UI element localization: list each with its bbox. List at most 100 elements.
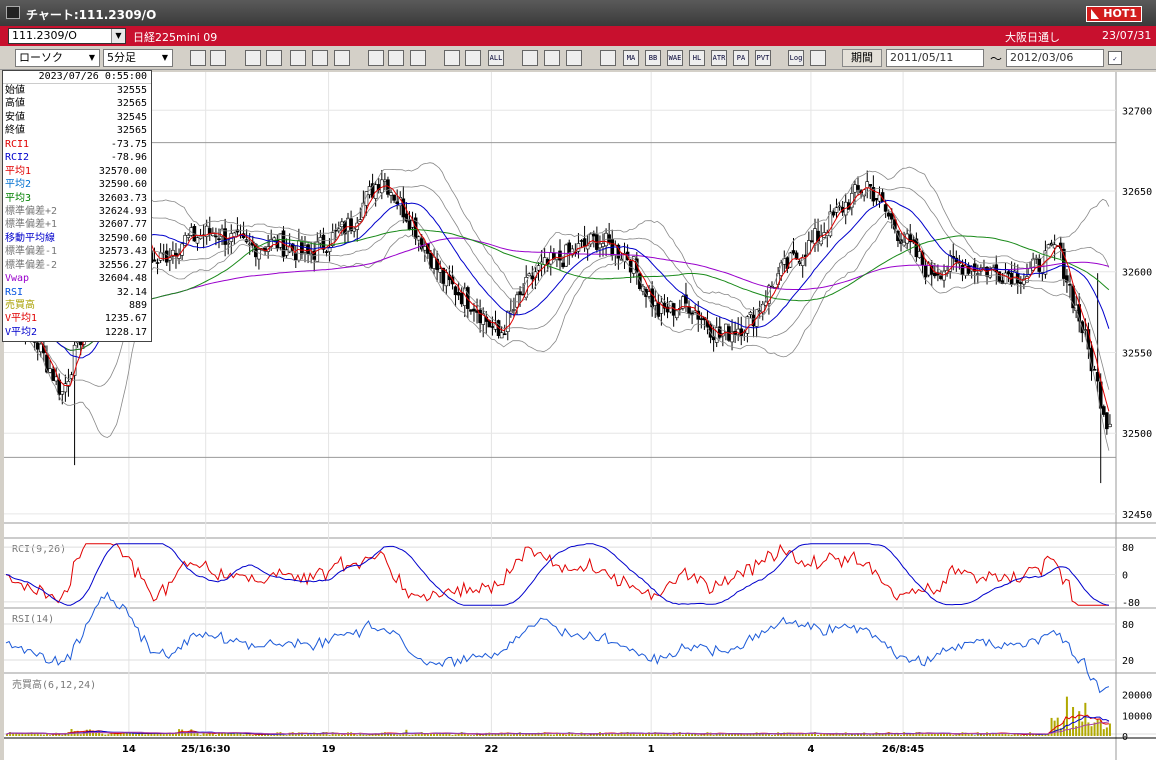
cursor-icon[interactable] bbox=[388, 50, 404, 66]
volume-bar bbox=[645, 733, 648, 736]
data-window-row: Vwap 32604.48 bbox=[3, 272, 151, 285]
brush-icon[interactable] bbox=[544, 50, 560, 66]
data-window-row: 平均2 32590.60 bbox=[3, 178, 151, 191]
hot1-badge[interactable]: HOT1 bbox=[1086, 6, 1142, 22]
candle-body bbox=[152, 259, 157, 262]
rci-panel-title: RCI(9,26) bbox=[12, 544, 66, 555]
candle-add-icon[interactable] bbox=[444, 50, 460, 66]
bb-icon[interactable]: BB bbox=[645, 50, 661, 66]
volume-bar bbox=[233, 733, 236, 736]
volume-bar bbox=[368, 734, 371, 736]
chart-type-select[interactable]: ローソク ▼ bbox=[15, 49, 100, 67]
volume-bar bbox=[273, 735, 276, 736]
volume-bar bbox=[340, 734, 343, 736]
pvt-icon[interactable]: PVT bbox=[755, 50, 771, 66]
pa-rr-icon[interactable]: PA RR bbox=[733, 50, 749, 66]
data-window-label: 移動平均線 bbox=[5, 232, 55, 244]
candle-body bbox=[791, 250, 796, 254]
data-window-value: -78.96 bbox=[110, 152, 147, 164]
volume-bar bbox=[294, 734, 297, 736]
candle-body bbox=[699, 318, 704, 320]
candle-body bbox=[960, 264, 965, 275]
crosshair-icon[interactable] bbox=[210, 50, 226, 66]
volume-bar bbox=[125, 733, 128, 736]
candle-body bbox=[478, 309, 482, 324]
pen-icon[interactable] bbox=[368, 50, 384, 66]
period-button[interactable]: 期間 bbox=[842, 49, 882, 67]
volume-bar bbox=[700, 734, 703, 736]
swap-icon[interactable] bbox=[312, 50, 328, 66]
app-icon bbox=[6, 6, 20, 19]
volume-bar bbox=[697, 735, 700, 736]
data-window-label: 標準偏差-2 bbox=[5, 259, 58, 271]
chevron-down-icon[interactable]: ▼ bbox=[85, 50, 99, 66]
volume-bar bbox=[820, 734, 823, 736]
data-window-value: 32624.93 bbox=[98, 205, 147, 217]
candle-body bbox=[336, 228, 341, 232]
volume-bar bbox=[1022, 734, 1025, 736]
volume-bar bbox=[24, 734, 27, 736]
chevron-down-icon[interactable]: ▼ bbox=[158, 50, 172, 66]
settings-icon[interactable] bbox=[522, 50, 538, 66]
rci-tick-label: 80 bbox=[1122, 543, 1134, 554]
volume-bar bbox=[482, 734, 485, 736]
volume-bar bbox=[817, 734, 820, 736]
candle-body bbox=[257, 249, 261, 260]
volume-bar bbox=[826, 734, 829, 736]
redo-icon[interactable] bbox=[410, 50, 426, 66]
candle-body bbox=[438, 268, 442, 273]
volume-bar bbox=[310, 734, 313, 736]
chevron-down-icon[interactable]: ▼ bbox=[111, 29, 125, 43]
zoom-icon[interactable] bbox=[190, 50, 206, 66]
candle-body bbox=[407, 219, 412, 231]
draw-down-icon[interactable] bbox=[245, 50, 261, 66]
candle-body bbox=[324, 251, 329, 253]
candle-body bbox=[186, 235, 191, 238]
candle-body bbox=[656, 302, 661, 317]
export-icon[interactable] bbox=[810, 50, 826, 66]
instrument-select[interactable]: 111.2309/O ▼ bbox=[8, 28, 126, 44]
candle-body bbox=[748, 311, 753, 315]
volume-bar bbox=[52, 734, 55, 736]
volume-bar bbox=[451, 735, 454, 736]
rsi-tick-label: 80 bbox=[1122, 620, 1134, 631]
search-chart-icon[interactable] bbox=[266, 50, 282, 66]
volume-bar bbox=[423, 734, 426, 736]
volume-bar bbox=[792, 734, 795, 736]
candle-body bbox=[226, 242, 230, 245]
candle-remove-icon[interactable] bbox=[465, 50, 481, 66]
volume-bar bbox=[743, 734, 746, 736]
bar-chart-icon[interactable] bbox=[290, 50, 306, 66]
log-icon[interactable]: Log bbox=[788, 50, 804, 66]
info-icon[interactable] bbox=[334, 50, 350, 66]
candle-body bbox=[383, 179, 387, 182]
palette-icon[interactable] bbox=[566, 50, 582, 66]
data-window-row: 終値 32565 bbox=[3, 124, 151, 137]
atr-icon[interactable]: ATR bbox=[711, 50, 727, 66]
volume-bar bbox=[900, 734, 903, 736]
candle-body bbox=[889, 213, 894, 220]
volume-bar bbox=[1068, 728, 1071, 736]
all-icon[interactable]: ALL bbox=[488, 50, 504, 66]
candle-body bbox=[35, 342, 40, 350]
date-from-field[interactable]: 2011/05/11 bbox=[886, 49, 984, 67]
data-window-row: 安値 32545 bbox=[3, 111, 151, 124]
volume-bar bbox=[770, 735, 773, 736]
volume-bar bbox=[328, 735, 331, 736]
volume-panel-title: 売買高(6,12,24) bbox=[12, 678, 96, 691]
volume-bar bbox=[853, 734, 856, 736]
hl-icon[interactable]: HL bbox=[689, 50, 705, 66]
wae-icon[interactable]: WAE bbox=[667, 50, 683, 66]
candle-body bbox=[886, 212, 891, 217]
indicator-icon[interactable] bbox=[600, 50, 616, 66]
chart-svg[interactable]: 32450 32500 32550 32600 32650 32700 RCI(9,26) 8… bbox=[4, 72, 1156, 760]
volume-bar bbox=[847, 734, 850, 736]
interval-select[interactable]: 5分足 ▼ bbox=[103, 49, 173, 67]
ma-icon[interactable]: MA bbox=[623, 50, 639, 66]
volume-bar bbox=[214, 735, 217, 736]
candle-body bbox=[459, 292, 464, 305]
checkbox-icon[interactable]: ✓ bbox=[1108, 51, 1122, 65]
date-to-field[interactable]: 2012/03/06 bbox=[1006, 49, 1104, 67]
chart-area[interactable]: 32450 32500 32550 32600 32650 32700 RCI(9,26) 8… bbox=[4, 72, 1156, 760]
vol-avg1-line bbox=[5, 714, 1109, 735]
